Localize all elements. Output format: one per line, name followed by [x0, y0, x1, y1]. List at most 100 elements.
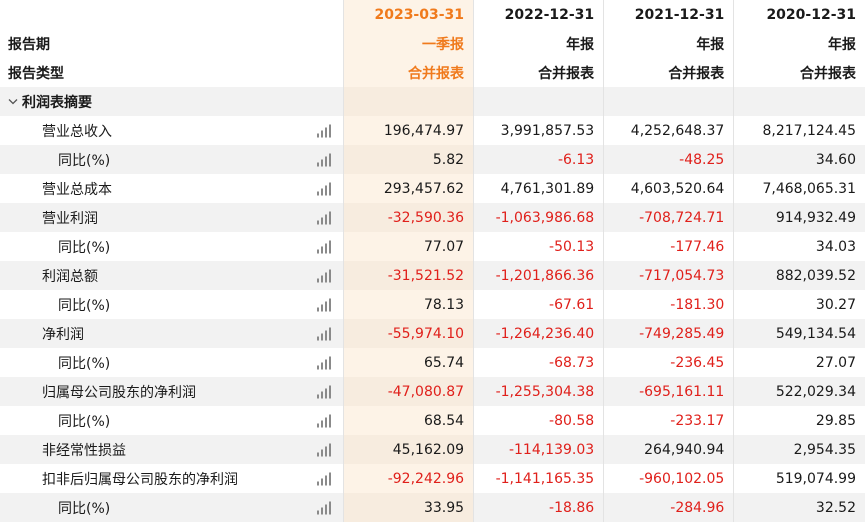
header-type-row: 报告类型 合并报表 合并报表 合并报表 合并报表 [0, 58, 865, 87]
value-cell: -47,080.87 [342, 377, 474, 406]
value-cell: -1,201,866.36 [473, 261, 604, 290]
table-row[interactable]: 非经常性损益 45,162.09 -114,139.03 264,940.94 2,95… [0, 435, 865, 464]
period-label: 报告期 [8, 36, 50, 53]
table-row[interactable]: 净利润 -55,974.10 -1,264,236.40 -749,285.49 549… [0, 319, 865, 348]
date-header-col-3[interactable]: 2021-12-31 [603, 0, 734, 29]
row-label: 同比(%) [58, 239, 111, 256]
date-header-col-2[interactable]: 2022-12-31 [473, 0, 604, 29]
value-cell: -236.45 [603, 348, 734, 377]
value-cell: -1,255,304.38 [473, 377, 604, 406]
bar-chart-icon[interactable] [317, 211, 331, 224]
value-cell: -55,974.10 [342, 319, 474, 348]
table-row[interactable]: 营业总收入 196,474.97 3,991,857.53 4,252,648.37 8… [0, 116, 865, 145]
value-cell: -6.13 [473, 145, 604, 174]
value-cell: 45,162.09 [342, 435, 474, 464]
type-col-4: 合并报表 [733, 58, 865, 87]
period-col-2: 年报 [473, 29, 604, 58]
value-cell: 7,468,065.31 [733, 174, 865, 203]
date-header-col-1[interactable]: 2023-03-31 [342, 0, 474, 29]
value-cell: 65.74 [342, 348, 474, 377]
table-row[interactable]: 同比(%) 5.82 -6.13 -48.25 34.60 [0, 145, 865, 174]
value-cell: 30.27 [733, 290, 865, 319]
value-cell: -1,141,165.35 [473, 464, 604, 493]
value-cell: -708,724.71 [603, 203, 734, 232]
value-cell: -717,054.73 [603, 261, 734, 290]
table-row[interactable]: 利润总额 -31,521.52 -1,201,866.36 -717,054.73 88… [0, 261, 865, 290]
row-label: 归属母公司股东的净利润 [42, 384, 196, 401]
value-cell: 29.85 [733, 406, 865, 435]
row-label: 营业总收入 [42, 123, 112, 140]
value-cell: 4,252,648.37 [603, 116, 734, 145]
row-label: 利润总额 [42, 268, 98, 285]
value-cell: 196,474.97 [342, 116, 474, 145]
chevron-down-icon[interactable] [8, 95, 18, 108]
row-label: 非经常性损益 [42, 442, 126, 459]
value-cell: 32.52 [733, 493, 865, 522]
section-title: 利润表摘要 [22, 94, 92, 111]
value-cell: -50.13 [473, 232, 604, 261]
value-cell: -68.73 [473, 348, 604, 377]
table-row[interactable]: 归属母公司股东的净利润 -47,080.87 -1,255,304.38 -695,1… [0, 377, 865, 406]
date-header-col-4[interactable]: 2020-12-31 [733, 0, 865, 29]
bar-chart-icon[interactable] [317, 501, 331, 514]
value-cell: -18.86 [473, 493, 604, 522]
value-cell: 78.13 [342, 290, 474, 319]
value-cell: 33.95 [342, 493, 474, 522]
value-cell: 293,457.62 [342, 174, 474, 203]
bar-chart-icon[interactable] [317, 414, 331, 427]
table-row[interactable]: 同比(%) 65.74 -68.73 -236.45 27.07 [0, 348, 865, 377]
table-row[interactable]: 同比(%) 77.07 -50.13 -177.46 34.03 [0, 232, 865, 261]
value-cell: -284.96 [603, 493, 734, 522]
value-cell: 68.54 [342, 406, 474, 435]
table-row[interactable]: 同比(%) 68.54 -80.58 -233.17 29.85 [0, 406, 865, 435]
row-label: 营业总成本 [42, 181, 112, 198]
value-cell: -67.61 [473, 290, 604, 319]
bar-chart-icon[interactable] [317, 182, 331, 195]
row-label: 同比(%) [58, 297, 111, 314]
row-label: 同比(%) [58, 152, 111, 169]
table-row[interactable]: 营业总成本 293,457.62 4,761,301.89 4,603,520.64 7… [0, 174, 865, 203]
value-cell: 5.82 [342, 145, 474, 174]
value-cell: 264,940.94 [603, 435, 734, 464]
table-row[interactable]: 同比(%) 78.13 -67.61 -181.30 30.27 [0, 290, 865, 319]
value-cell: 4,761,301.89 [473, 174, 604, 203]
row-label: 净利润 [42, 326, 84, 343]
period-col-1: 一季报 [342, 29, 474, 58]
header-period-row: 报告期 一季报 年报 年报 年报 [0, 29, 865, 58]
report-type-label: 报告类型 [8, 65, 64, 82]
bar-chart-icon[interactable] [317, 240, 331, 253]
row-label: 同比(%) [58, 355, 111, 372]
bar-chart-icon[interactable] [317, 443, 331, 456]
value-cell: 77.07 [342, 232, 474, 261]
value-cell: -960,102.05 [603, 464, 734, 493]
value-cell: -31,521.52 [342, 261, 474, 290]
table-row[interactable]: 扣非后归属母公司股东的净利润 -92,242.96 -1,141,165.35 -96… [0, 464, 865, 493]
value-cell: 549,134.54 [733, 319, 865, 348]
value-cell: 4,603,520.64 [603, 174, 734, 203]
value-cell: -233.17 [603, 406, 734, 435]
value-cell: -181.30 [603, 290, 734, 319]
bar-chart-icon[interactable] [317, 124, 331, 137]
section-row[interactable]: 利润表摘要 [0, 87, 865, 116]
bar-chart-icon[interactable] [317, 269, 331, 282]
bar-chart-icon[interactable] [317, 153, 331, 166]
bar-chart-icon[interactable] [317, 298, 331, 311]
table-row[interactable]: 同比(%) 33.95 -18.86 -284.96 32.52 [0, 493, 865, 522]
type-col-3: 合并报表 [603, 58, 734, 87]
table-row[interactable]: 营业利润 -32,590.36 -1,063,986.68 -708,724.71 91… [0, 203, 865, 232]
value-cell: -32,590.36 [342, 203, 474, 232]
value-cell: -92,242.96 [342, 464, 474, 493]
value-cell: 34.60 [733, 145, 865, 174]
bar-chart-icon[interactable] [317, 385, 331, 398]
period-col-4: 年报 [733, 29, 865, 58]
value-cell: -749,285.49 [603, 319, 734, 348]
row-label: 同比(%) [58, 413, 111, 430]
value-cell: 34.03 [733, 232, 865, 261]
bar-chart-icon[interactable] [317, 472, 331, 485]
bar-chart-icon[interactable] [317, 356, 331, 369]
value-cell: -177.46 [603, 232, 734, 261]
value-cell: -1,264,236.40 [473, 319, 604, 348]
value-cell: -1,063,986.68 [473, 203, 604, 232]
value-cell: 3,991,857.53 [473, 116, 604, 145]
bar-chart-icon[interactable] [317, 327, 331, 340]
